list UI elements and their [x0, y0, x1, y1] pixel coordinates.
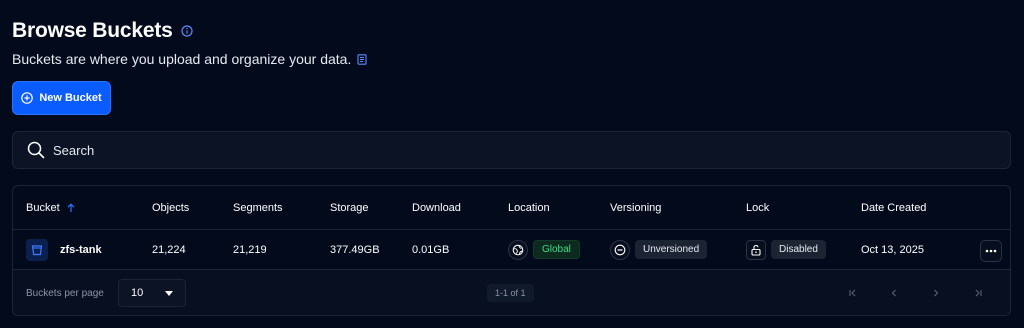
bucket-cell[interactable]: zfs-tank — [26, 230, 102, 269]
per-page-value: 10 — [131, 287, 144, 299]
lock-badge: Disabled — [771, 240, 826, 259]
table-header: Bucket Objects Segments Storage Download… — [13, 186, 1010, 230]
sort-ascending-icon[interactable] — [66, 202, 76, 213]
first-page-button[interactable] — [844, 284, 862, 302]
date-created-cell: Oct 13, 2025 — [861, 243, 924, 256]
location-badge: Global — [533, 240, 580, 259]
minus-circle-icon — [610, 239, 630, 260]
info-icon[interactable] — [181, 25, 193, 37]
search-icon — [27, 141, 45, 159]
page-title: Browse Buckets — [12, 19, 173, 42]
versioning-badge: Unversioned — [635, 240, 708, 259]
bucket-name[interactable]: zfs-tank — [60, 244, 102, 256]
lock-cell: Disabled — [746, 230, 826, 269]
table-row[interactable]: zfs-tank 21,224 21,219 377.49GB 0.01GB G… — [13, 230, 1010, 270]
column-header-download[interactable]: Download — [412, 186, 461, 229]
column-header-location[interactable]: Location — [508, 186, 550, 229]
previous-page-button[interactable] — [885, 284, 903, 302]
column-header-bucket[interactable]: Bucket — [26, 186, 76, 229]
storage-cell: 377.49GB — [330, 243, 380, 256]
globe-icon — [508, 239, 528, 260]
column-header-objects[interactable]: Objects — [152, 186, 189, 229]
chevron-left-icon — [891, 289, 896, 297]
new-bucket-label: New Bucket — [39, 92, 102, 104]
table-footer: Buckets per page 10 1-1 of 1 — [13, 270, 1010, 315]
column-header-lock[interactable]: Lock — [746, 186, 769, 229]
new-bucket-button[interactable]: New Bucket — [12, 81, 111, 115]
versioning-cell: Unversioned — [610, 230, 708, 269]
column-header-segments[interactable]: Segments — [233, 186, 283, 229]
title-row: Browse Buckets — [12, 19, 193, 43]
per-page-label: Buckets per page — [26, 288, 104, 299]
location-cell: Global — [508, 230, 580, 269]
next-page-button[interactable] — [927, 284, 945, 302]
column-header-date-created[interactable]: Date Created — [861, 186, 926, 229]
chevron-down-icon — [165, 290, 174, 296]
unlock-icon — [746, 239, 766, 260]
segments-cell: 21,219 — [233, 243, 267, 256]
page-range: 1-1 of 1 — [487, 284, 534, 302]
plus-circle-icon — [21, 92, 34, 104]
more-horizontal-icon — [985, 249, 997, 253]
buckets-table: Bucket Objects Segments Storage Download… — [12, 185, 1011, 316]
search-box[interactable] — [12, 131, 1011, 169]
objects-cell: 21,224 — [152, 243, 186, 256]
column-header-label: Bucket — [26, 201, 60, 214]
search-input[interactable] — [53, 142, 953, 158]
subtitle-row: Buckets are where you upload and organiz… — [12, 51, 367, 67]
column-header-storage[interactable]: Storage — [330, 186, 369, 229]
docs-icon[interactable] — [357, 53, 367, 65]
per-page-select[interactable]: 10 — [118, 279, 186, 307]
download-cell: 0.01GB — [412, 243, 450, 256]
chevron-right-icon — [934, 289, 939, 297]
page-subtitle: Buckets are where you upload and organiz… — [12, 51, 352, 67]
column-header-versioning[interactable]: Versioning — [610, 186, 661, 229]
first-page-icon — [849, 289, 856, 297]
last-page-icon — [975, 289, 982, 297]
last-page-button[interactable] — [969, 284, 987, 302]
row-actions-button[interactable] — [980, 240, 1002, 262]
bucket-icon — [26, 238, 48, 261]
browse-buckets-page: Browse Buckets Buckets are where you upl… — [0, 0, 1024, 328]
